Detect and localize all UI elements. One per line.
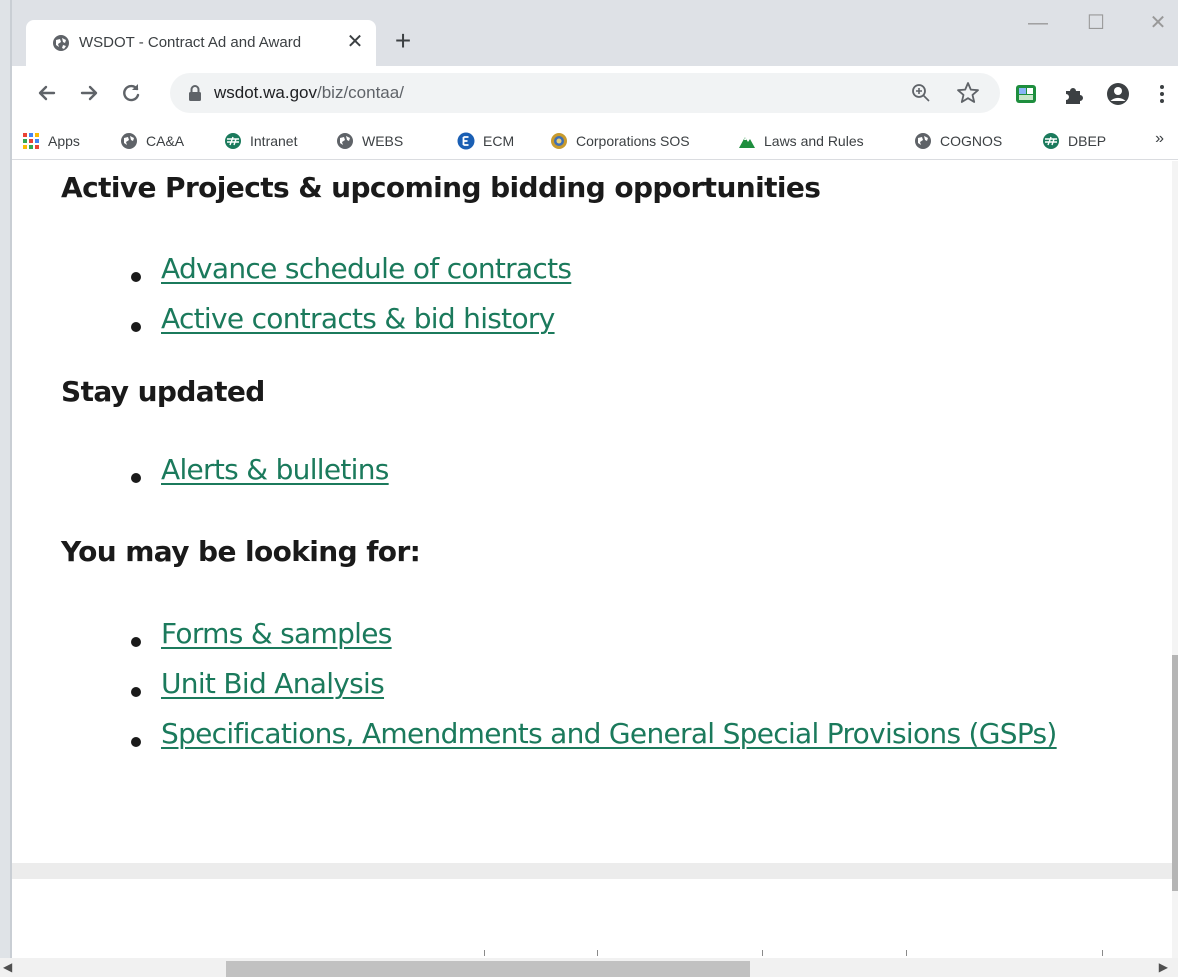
bullet — [131, 322, 141, 332]
back-arrow-icon[interactable] — [32, 78, 62, 108]
link-unit-bid-analysis[interactable]: Unit Bid Analysis — [161, 667, 385, 700]
maximize-button[interactable]: ☐ — [1076, 8, 1116, 38]
url-host: wsdot.wa.gov — [214, 83, 317, 102]
horizontal-scrollbar-thumb[interactable] — [226, 961, 750, 977]
divider — [762, 950, 763, 956]
bookmark-label: Apps — [48, 133, 80, 149]
reload-icon[interactable] — [116, 78, 146, 108]
bookmarks-bar: Apps CA&A Intranet WEBS ECM Corporations… — [12, 122, 1178, 160]
browser-window: WSDOT - Contract Ad and Award ✕ + — ☐ ✕ … — [0, 0, 1178, 977]
bookmark-caa[interactable]: CA&A — [120, 130, 184, 152]
bookmark-laws-and-rules[interactable]: Laws and Rules — [738, 130, 864, 152]
zoom-icon[interactable] — [910, 82, 932, 104]
extension-tile-icon[interactable] — [1012, 80, 1040, 108]
bookmark-label: WEBS — [362, 133, 404, 149]
scroll-left-arrow-icon[interactable]: ◀ — [3, 960, 12, 974]
tab-close-icon[interactable]: ✕ — [342, 29, 368, 55]
new-tab-button[interactable]: + — [388, 26, 418, 56]
browser-toolbar: wsdot.wa.gov/biz/contaa/ — [12, 66, 1178, 122]
mountain-icon — [739, 137, 755, 148]
tab-title: WSDOT - Contract Ad and Award — [79, 34, 302, 51]
tab-active[interactable]: WSDOT - Contract Ad and Award ✕ — [26, 20, 376, 66]
link-specifications-gsps[interactable]: Specifications, Amendments and General S… — [161, 717, 1057, 750]
vertical-scrollbar-thumb[interactable] — [1172, 655, 1178, 891]
menu-kebab-icon[interactable] — [1148, 80, 1176, 108]
bullet — [131, 687, 141, 697]
bookmark-webs[interactable]: WEBS — [336, 130, 403, 152]
profile-avatar-icon[interactable] — [1104, 80, 1132, 108]
divider — [484, 950, 485, 956]
scroll-right-arrow-icon[interactable]: ▶ — [1159, 960, 1168, 974]
bookmark-apps[interactable]: Apps — [22, 130, 80, 152]
section-heading-stay-updated: Stay updated — [61, 375, 265, 408]
forward-arrow-icon[interactable] — [74, 78, 104, 108]
close-window-button[interactable]: ✕ — [1138, 8, 1178, 38]
bookmark-cognos[interactable]: COGNOS — [914, 130, 1002, 152]
link-advance-schedule[interactable]: Advance schedule of contracts — [161, 252, 572, 285]
bookmark-label: Intranet — [250, 133, 298, 149]
url-path: /biz/contaa/ — [317, 83, 404, 102]
globe-icon — [915, 133, 931, 149]
divider — [906, 950, 907, 956]
extensions-puzzle-icon[interactable] — [1060, 80, 1088, 108]
ecm-e-icon — [457, 132, 475, 150]
horizontal-scrollbar[interactable]: ◀ ▶ — [0, 958, 1178, 977]
url-text: wsdot.wa.gov/biz/contaa/ — [214, 83, 404, 103]
bullet — [131, 272, 141, 282]
section-heading-active-projects: Active Projects & upcoming bidding oppor… — [61, 171, 821, 204]
bookmark-label: Corporations SOS — [576, 133, 690, 149]
globe-icon — [337, 133, 353, 149]
divider — [1102, 950, 1103, 956]
bookmark-label: DBEP — [1068, 133, 1107, 149]
bookmark-corporations-sos[interactable]: Corporations SOS — [550, 130, 690, 152]
bookmark-intranet[interactable]: Intranet — [224, 130, 297, 152]
address-bar[interactable]: wsdot.wa.gov/biz/contaa/ — [170, 73, 1000, 113]
bookmark-dbep[interactable]: DBEP — [1042, 130, 1106, 152]
minimize-button[interactable]: — — [1018, 8, 1058, 38]
page-content: Active Projects & upcoming bidding oppor… — [12, 161, 1166, 863]
bookmark-label: CA&A — [146, 133, 185, 149]
link-alerts-bulletins[interactable]: Alerts & bulletins — [161, 453, 389, 486]
wsdot-logo-icon — [225, 133, 241, 149]
link-forms-samples[interactable]: Forms & samples — [161, 617, 392, 650]
bookmark-label: Laws and Rules — [764, 133, 864, 149]
bookmark-star-icon[interactable] — [955, 80, 981, 106]
bookmark-label: COGNOS — [940, 133, 1003, 149]
bookmark-label: ECM — [483, 133, 515, 149]
globe-icon — [121, 133, 137, 149]
bookmark-ecm[interactable]: ECM — [457, 130, 514, 152]
tab-strip: WSDOT - Contract Ad and Award ✕ + — ☐ ✕ — [12, 0, 1178, 66]
page-footer-band — [12, 863, 1172, 879]
bullet — [131, 737, 141, 747]
bullet — [131, 637, 141, 647]
bookmarks-overflow-button[interactable]: » — [1155, 130, 1164, 148]
bullet — [131, 473, 141, 483]
wsdot-logo-icon — [1043, 133, 1059, 149]
apps-grid-icon — [23, 133, 39, 149]
seal-icon — [551, 133, 567, 149]
link-active-contracts[interactable]: Active contracts & bid history — [161, 302, 555, 335]
lock-icon — [189, 85, 201, 101]
globe-icon — [53, 35, 69, 51]
divider — [597, 950, 598, 956]
section-heading-looking-for: You may be looking for: — [61, 535, 421, 568]
